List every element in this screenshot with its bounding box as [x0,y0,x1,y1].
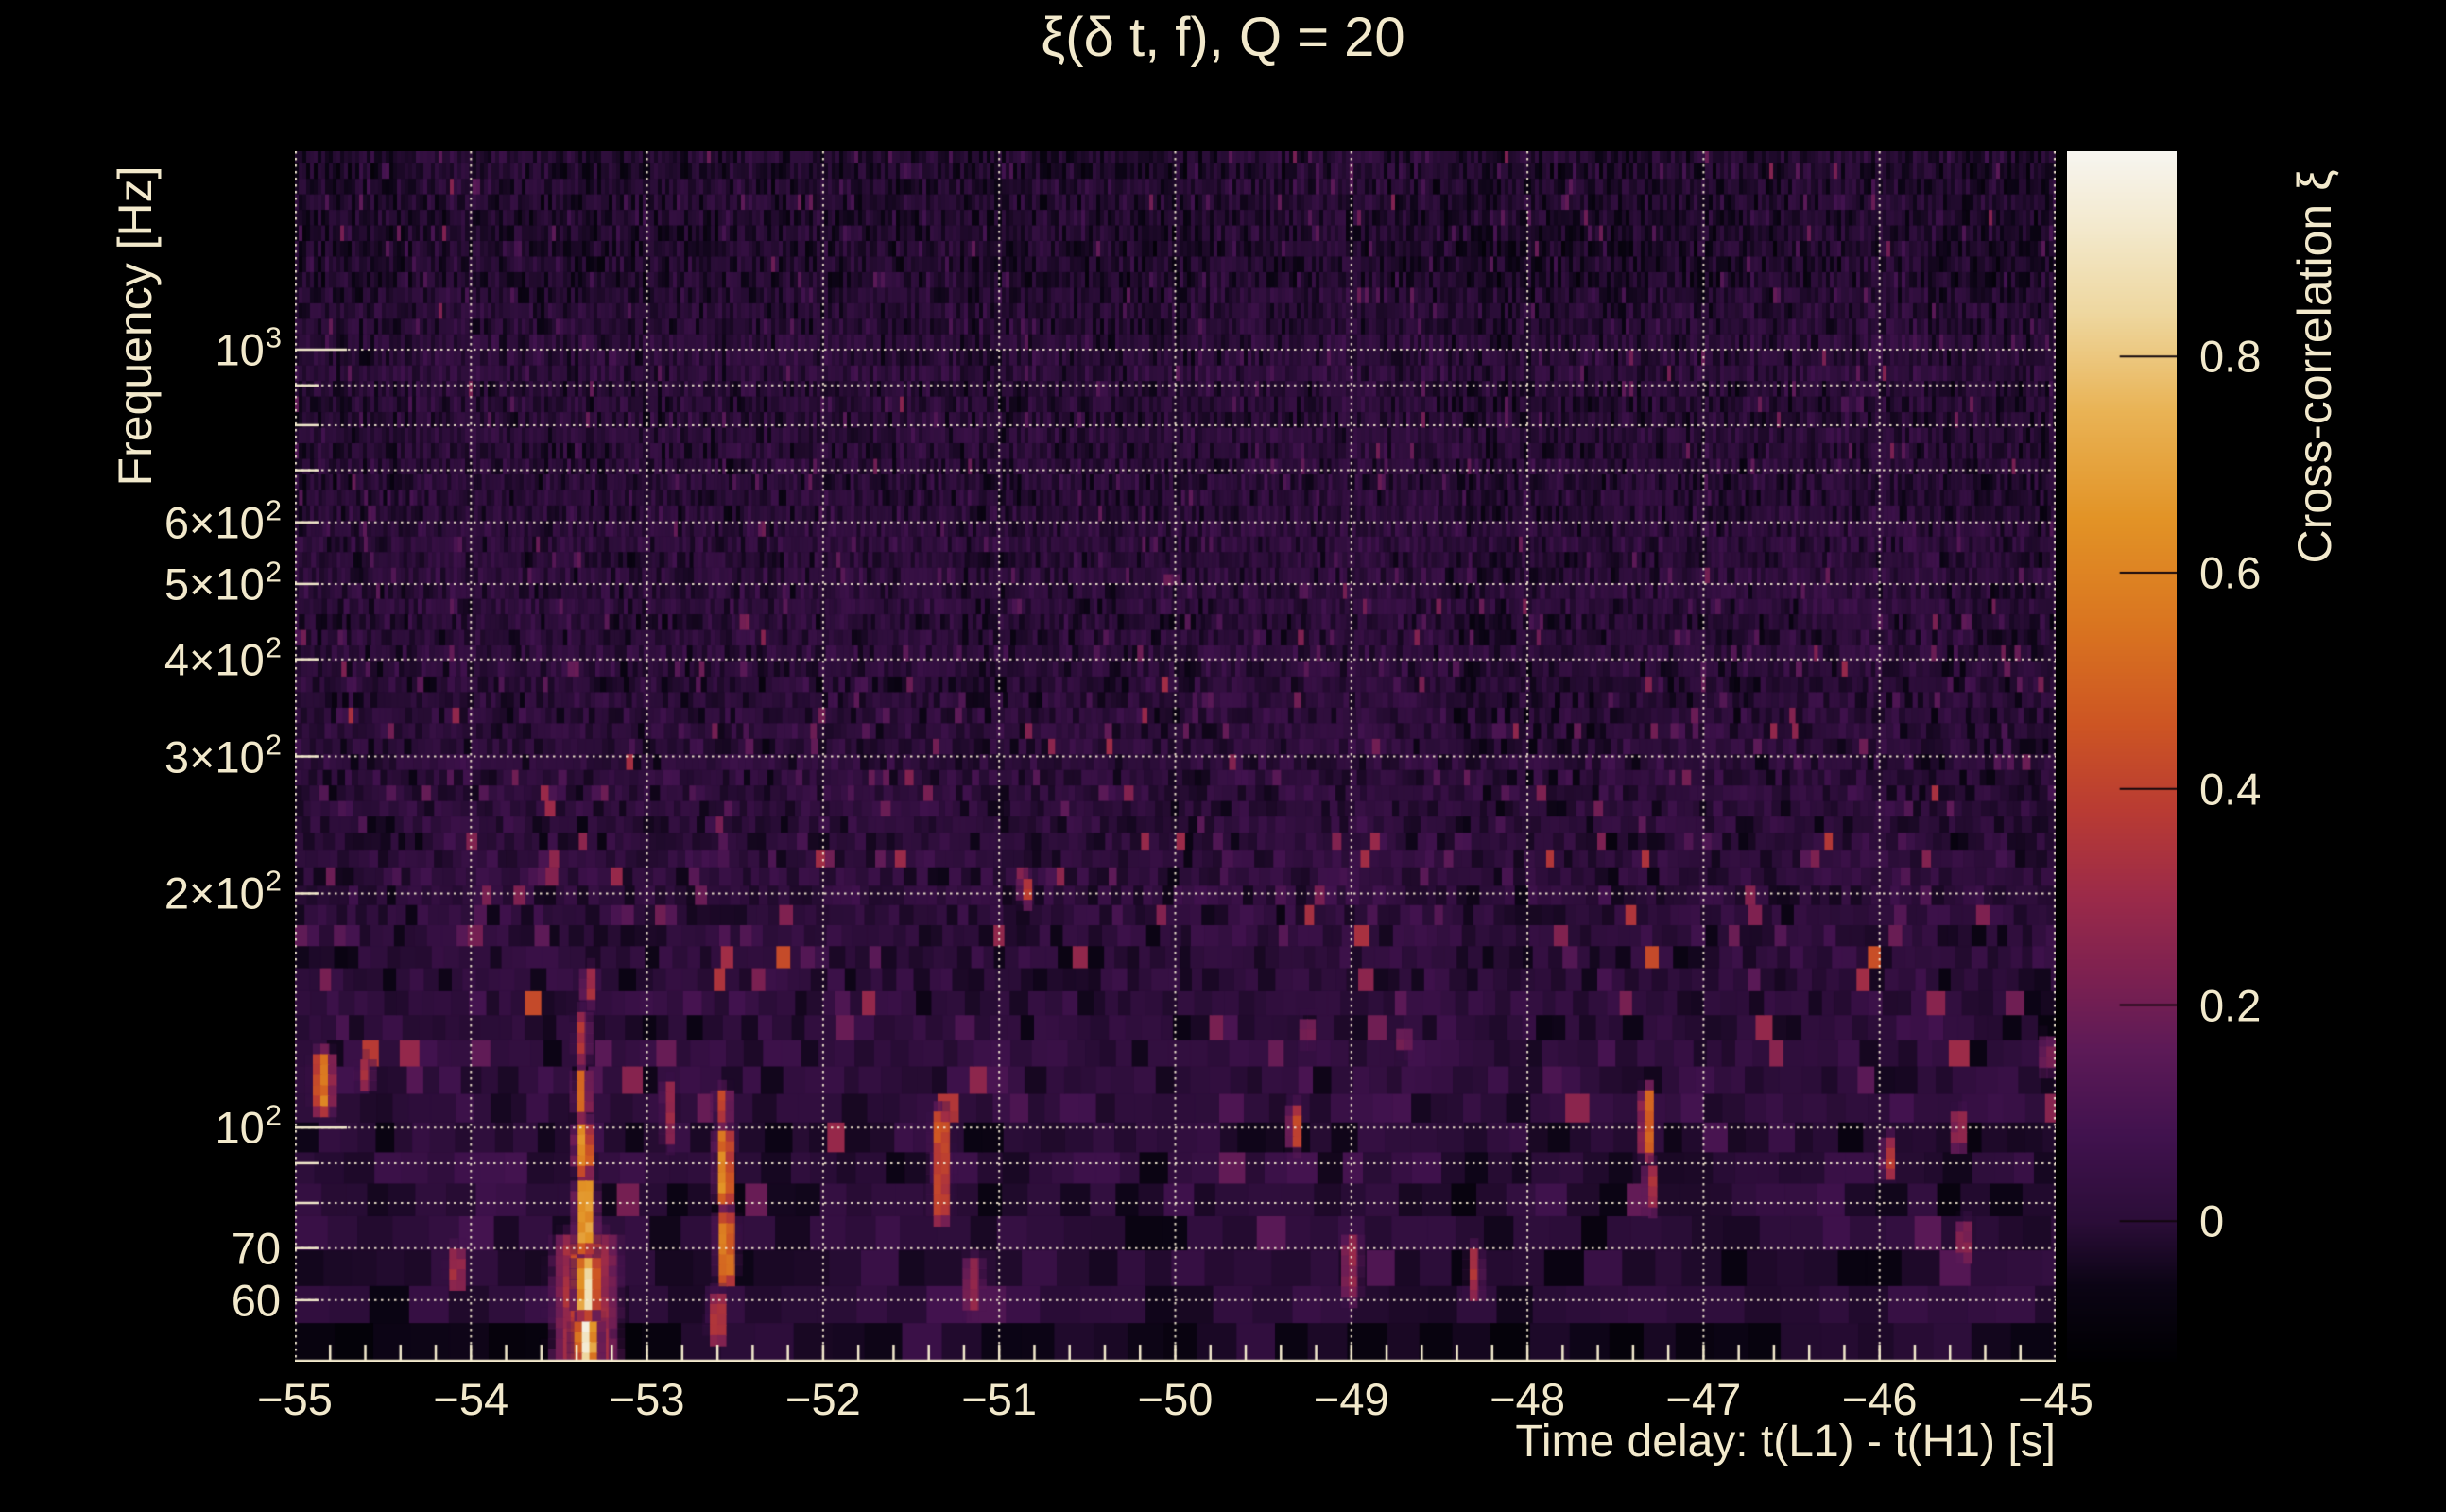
y-tick-label: 102 [215,1098,282,1153]
colorbar-tick-label: 0.2 [2199,980,2262,1031]
y-tick-label: 6×102 [164,493,282,548]
colorbar-canvas [2067,151,2177,1362]
colorbar-tick-label: 0.6 [2199,547,2262,598]
y-tick-label: 5×102 [164,555,282,610]
heatmap-canvas [295,151,2056,1362]
colorbar-tick-label: 0 [2199,1195,2225,1246]
y-tick-label: 103 [215,320,282,375]
y-axis-title: Frequency [Hz] [109,165,162,487]
y-tick-label: 2×102 [164,864,282,919]
x-tick-label: −54 [433,1374,509,1424]
x-axis-title: Time delay: t(L1) - t(H1) [s] [1515,1417,2056,1467]
y-tick-label: 60 [231,1275,281,1326]
colorbar-tick-label: 0.4 [2199,764,2262,815]
x-tick-label: −46 [1841,1374,1918,1424]
chart-title: ξ(δ t, f), Q = 20 [1041,7,1405,68]
y-tick-label: 4×102 [164,630,282,685]
x-tick-label: −53 [609,1374,685,1424]
y-tick-label: 3×102 [164,728,282,782]
x-tick-label: −51 [961,1374,1038,1424]
x-tick-label: −55 [257,1374,333,1424]
x-tick-label: −45 [2018,1374,2093,1424]
y-tick-label: 70 [231,1223,281,1274]
figure: ξ(δ t, f), Q = 20 Frequency [Hz] Time de… [0,0,2446,1512]
x-tick-label: −48 [1490,1374,1565,1424]
x-tick-label: −47 [1665,1374,1742,1424]
colorbar-tick-label: 0.8 [2199,331,2262,382]
x-tick-label: −52 [785,1374,861,1424]
x-tick-label: −50 [1137,1374,1214,1424]
colorbar-title: Cross-correlation ξ [2288,169,2341,564]
x-tick-label: −49 [1313,1374,1389,1424]
